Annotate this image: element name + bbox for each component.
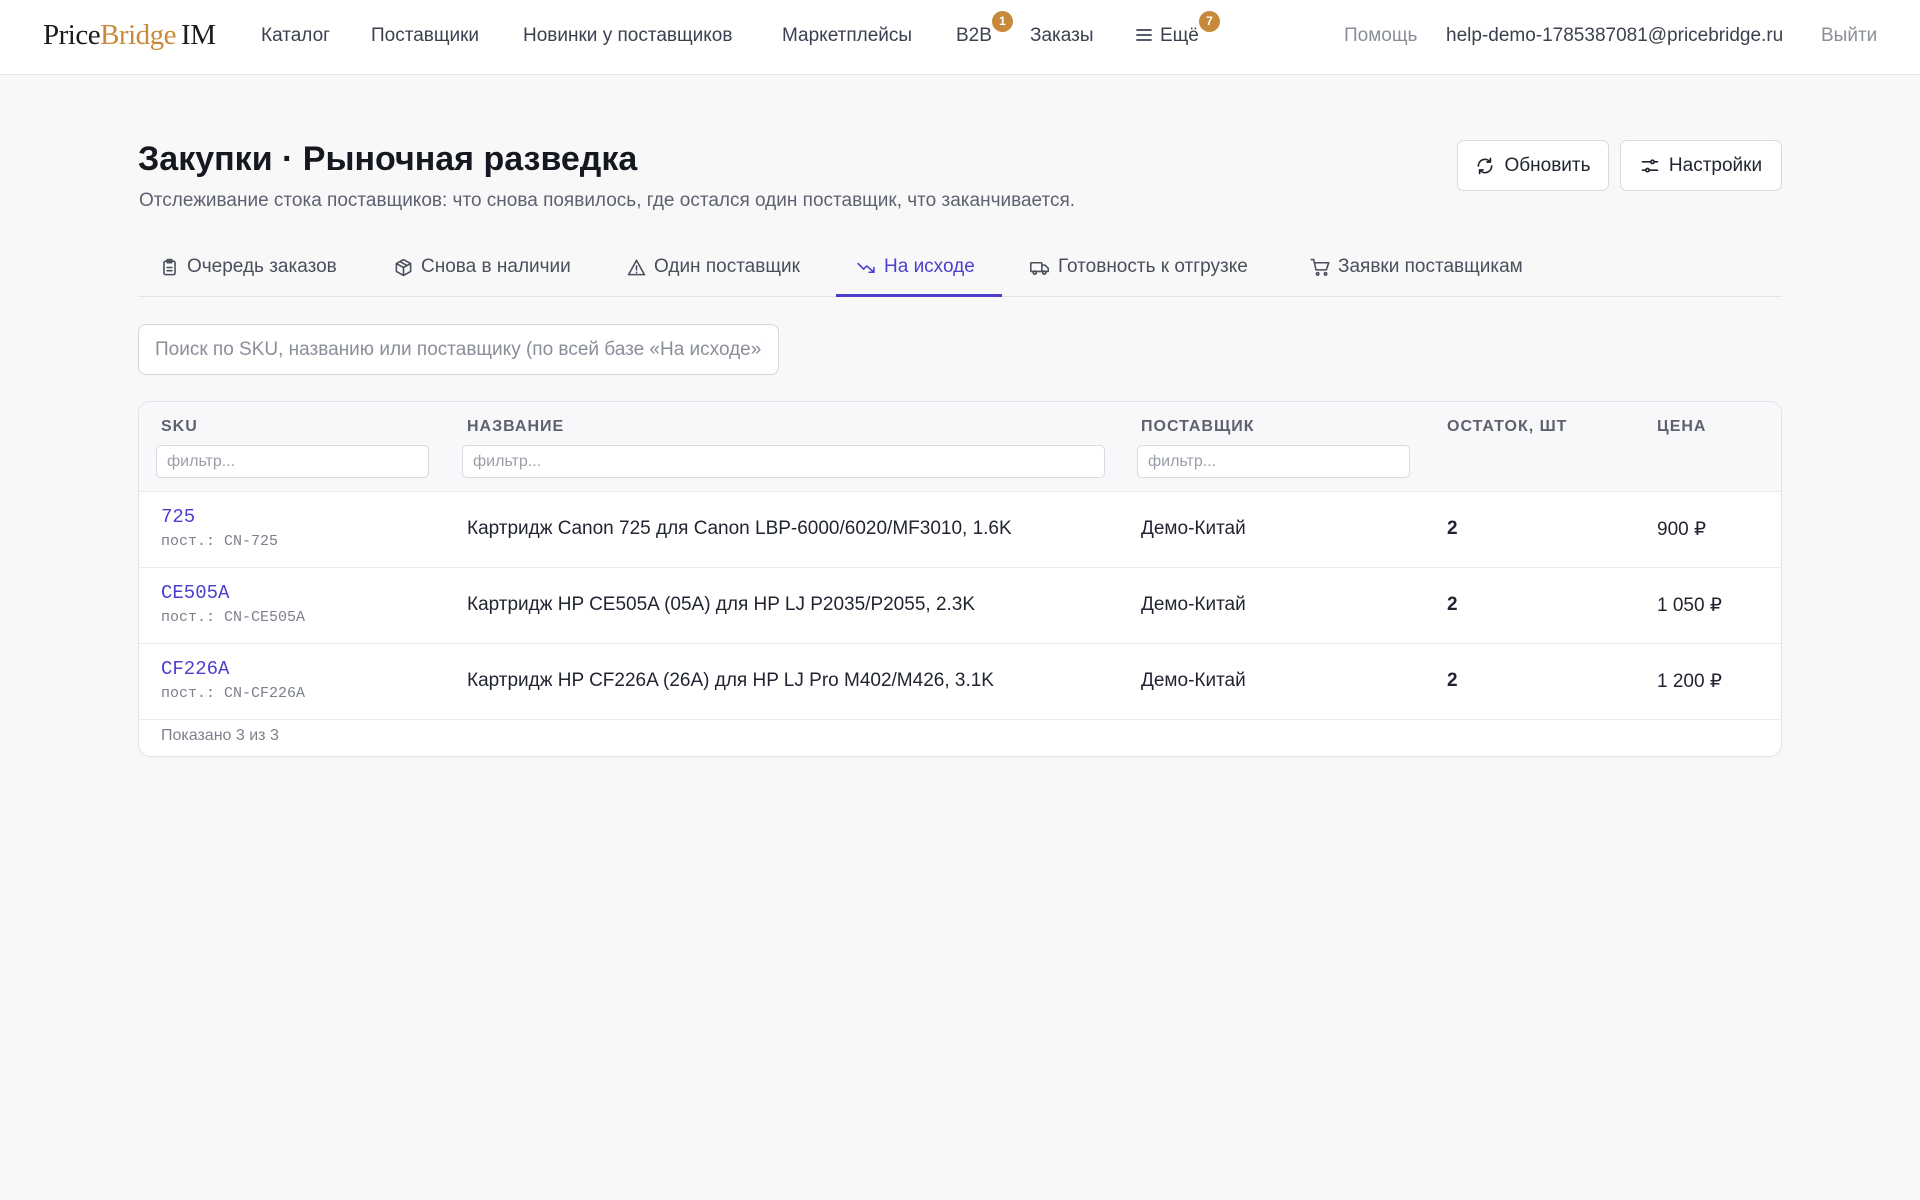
supplier-sku: пост.: CN-CE505A	[161, 609, 306, 626]
table-row[interactable]: CE505A пост.: CN-CE505A Картридж HP CE50…	[139, 568, 1781, 644]
menu-icon	[1136, 29, 1152, 41]
supplier-name: Демо-Китай	[1141, 518, 1246, 539]
b2b-count-badge: 1	[992, 11, 1013, 32]
stock-count: 2	[1447, 670, 1458, 691]
logout-link[interactable]: Выйти	[1821, 25, 1877, 47]
sku-filter-input[interactable]	[156, 445, 429, 478]
supplier-sku: пост.: CN-725	[161, 533, 279, 550]
logo-part-im: IM	[181, 19, 216, 51]
column-header-name[interactable]: НАЗВАНИЕ	[467, 418, 564, 436]
truck-icon	[1030, 261, 1049, 276]
stock-count: 2	[1447, 594, 1458, 615]
help-link[interactable]: Помощь	[1344, 25, 1417, 47]
results-table: SKU НАЗВАНИЕ ПОСТАВЩИК ОСТАТОК, ШТ ЦЕНА …	[138, 401, 1782, 757]
table-row[interactable]: 725 пост.: CN-725 Картридж Canon 725 для…	[139, 492, 1781, 568]
settings-button-label: Настройки	[1668, 154, 1763, 176]
supplier-name: Демо-Китай	[1141, 670, 1246, 691]
warning-icon	[627, 259, 646, 276]
tab-back-in-stock[interactable]: Снова в наличии	[394, 248, 571, 297]
sku-link[interactable]: CF226A	[161, 658, 229, 680]
user-email[interactable]: help-demo-1785387081@pricebridge.ru	[1446, 25, 1783, 47]
trending-down-icon	[857, 262, 875, 274]
logo-part-price: Price	[43, 19, 101, 51]
sliders-icon	[1641, 158, 1659, 173]
settings-button[interactable]: Настройки	[1620, 140, 1782, 191]
tab-label: Один поставщик	[654, 256, 800, 277]
refresh-button-label: Обновить	[1504, 154, 1591, 176]
sku-link[interactable]: CE505A	[161, 582, 229, 604]
page-subtitle: Отслеживание стока поставщиков: что снов…	[139, 190, 1076, 211]
supplier-filter-input[interactable]	[1137, 445, 1410, 478]
results-count: Показано 3 из 3	[161, 727, 279, 744]
table-row[interactable]: CF226A пост.: CN-CF226A Картридж HP CF22…	[139, 644, 1781, 720]
more-count-badge: 7	[1199, 11, 1220, 32]
tab-running-low[interactable]: На исходе	[836, 248, 1002, 297]
page-title: Закупки · Рыночная разведка	[138, 140, 638, 178]
nav-item-supplier-news[interactable]: Новинки у поставщиков	[523, 25, 732, 47]
nav-item-b2b[interactable]: B2B	[956, 25, 992, 47]
supplier-sku: пост.: CN-CF226A	[161, 685, 306, 702]
top-navbar: PriceBridge IM Каталог Поставщики Новинки…	[0, 0, 1920, 75]
nav-item-suppliers[interactable]: Поставщики	[371, 25, 479, 47]
column-header-stock[interactable]: ОСТАТОК, ШТ	[1447, 418, 1567, 436]
refresh-icon	[1477, 157, 1493, 174]
tabs-bar: Очередь заказов Снова в наличии Один пос…	[138, 248, 1782, 297]
table-header: SKU НАЗВАНИЕ ПОСТАВЩИК ОСТАТОК, ШТ ЦЕНА	[139, 402, 1781, 492]
price: 900 ₽	[1657, 519, 1707, 540]
column-header-price[interactable]: ЦЕНА	[1657, 418, 1706, 436]
tab-label: Готовность к отгрузке	[1058, 256, 1248, 277]
logo-part-bridge: Bridge	[100, 19, 177, 51]
clipboard-icon	[163, 258, 176, 276]
supplier-name: Демо-Китай	[1141, 594, 1246, 615]
tab-label: На исходе	[884, 256, 975, 277]
nav-item-more-label: Ещё	[1160, 25, 1199, 46]
price: 1 050 ₽	[1657, 595, 1722, 616]
refresh-button[interactable]: Обновить	[1457, 140, 1609, 191]
tab-single-supplier[interactable]: Один поставщик	[627, 248, 800, 297]
name-filter-input[interactable]	[462, 445, 1105, 478]
search-input[interactable]	[138, 324, 779, 375]
column-header-sku[interactable]: SKU	[161, 418, 198, 436]
price: 1 200 ₽	[1657, 671, 1722, 692]
nav-item-orders[interactable]: Заказы	[1030, 25, 1094, 47]
cart-icon	[1310, 258, 1330, 276]
column-header-supplier[interactable]: ПОСТАВЩИК	[1141, 418, 1255, 436]
tab-label: Очередь заказов	[187, 256, 337, 277]
nav-item-marketplaces[interactable]: Маркетплейсы	[782, 25, 912, 47]
tab-label: Заявки поставщикам	[1338, 256, 1523, 277]
sku-link[interactable]: 725	[161, 506, 195, 528]
tab-order-queue[interactable]: Очередь заказов	[160, 248, 337, 297]
package-icon	[395, 258, 412, 277]
product-name: Картридж HP CF226A (26A) для HP LJ Pro M…	[467, 670, 994, 691]
tab-shipping-readiness[interactable]: Готовность к отгрузке	[1029, 248, 1248, 297]
nav-item-more[interactable]: Ещё	[1135, 25, 1199, 47]
nav-item-catalog[interactable]: Каталог	[261, 25, 330, 47]
tab-supplier-requests[interactable]: Заявки поставщикам	[1310, 248, 1523, 297]
product-name: Картридж HP CE505A (05A) для HP LJ P2035…	[467, 594, 976, 615]
stock-count: 2	[1447, 518, 1458, 539]
tab-label: Снова в наличии	[421, 256, 571, 277]
logo[interactable]: PriceBridge IM	[43, 19, 216, 52]
product-name: Картридж Canon 725 для Canon LBP-6000/60…	[467, 518, 1012, 539]
